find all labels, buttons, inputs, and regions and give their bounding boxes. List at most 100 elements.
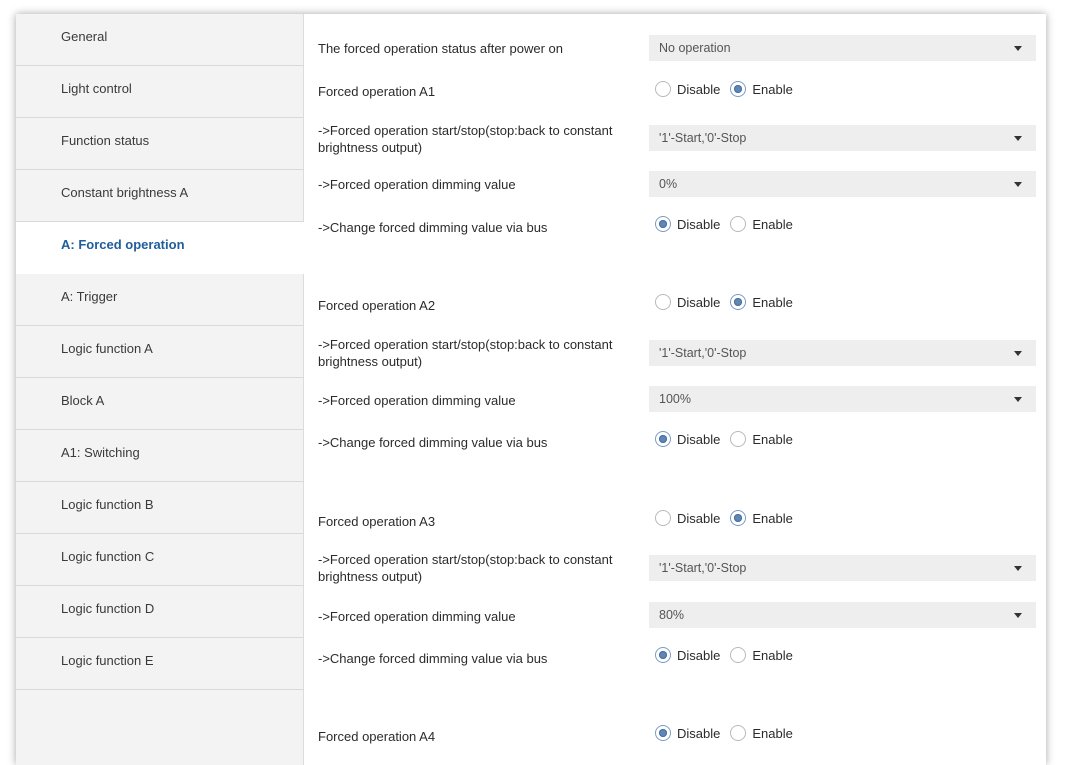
radio-disable[interactable]: Disable [655,81,720,97]
radio-label: Enable [752,81,793,97]
radio-label: Enable [752,647,793,663]
radio-label: Disable [677,510,721,526]
select-value: 100% [659,392,691,406]
dimming-a2-select[interactable]: 100% [649,386,1036,412]
radio-circle-icon [730,725,747,741]
dimming-a3-select[interactable]: 80% [649,602,1036,628]
radio-enable[interactable]: Enable [730,725,793,741]
radio-label: Enable [752,510,793,526]
power-on-status-select[interactable]: No operation [649,35,1036,61]
sidebar-item-general[interactable]: General [16,14,303,66]
radio-enable[interactable]: Enable [730,431,793,447]
radio-label: Disable [677,647,721,663]
radio-enable[interactable]: Enable [730,294,793,310]
radio-circle-icon [655,510,671,526]
sidebar-item-function-status[interactable]: Function status [16,118,303,170]
select-value: 0% [659,177,678,191]
radio-enable[interactable]: Enable [730,81,793,97]
radio-disable[interactable]: Disable [655,510,720,526]
radio-selected-icon [730,510,747,526]
forced-operation-a3-radios: Disable Enable [655,508,803,528]
sidebar-item-logic-function-a[interactable]: Logic function A [16,326,303,378]
radio-label: Enable [752,725,793,741]
select-value: '1'-Start,'0'-Stop [659,346,747,360]
chevron-down-icon [1014,136,1022,141]
start-stop-a1-select[interactable]: '1'-Start,'0'-Stop [649,125,1036,151]
select-value: '1'-Start,'0'-Stop [659,561,747,575]
bus-a3-radios: Disable Enable [655,645,803,665]
radio-selected-icon [655,647,671,663]
dimming-a1-select[interactable]: 0% [649,171,1036,197]
start-stop-a3-label: ->Forced operation start/stop(stop:back … [318,552,613,584]
power-on-status-label: The forced operation status after power … [318,41,563,56]
start-stop-a2-select[interactable]: '1'-Start,'0'-Stop [649,340,1036,366]
radio-label: Enable [752,216,793,232]
chevron-down-icon [1014,397,1022,402]
dimming-a1-label: ->Forced operation dimming value [318,177,516,192]
sidebar: General Light control Function status Co… [16,14,304,765]
bus-a1-radios: Disable Enable [655,214,803,234]
radio-selected-icon [730,81,747,97]
forced-operation-a1-radios: Disable Enable [655,79,803,99]
radio-circle-icon [655,294,671,310]
radio-disable[interactable]: Disable [655,647,720,663]
radio-label: Disable [677,216,721,232]
dimming-a2-label: ->Forced operation dimming value [318,393,516,408]
radio-selected-icon [655,431,671,447]
bus-a2-label: ->Change forced dimming value via bus [318,435,548,450]
sidebar-item-logic-function-d[interactable]: Logic function D [16,586,303,638]
sidebar-item-constant-brightness-a[interactable]: Constant brightness A [16,170,303,222]
start-stop-a1-label: ->Forced operation start/stop(stop:back … [318,123,613,155]
radio-disable[interactable]: Disable [655,294,720,310]
bus-a2-radios: Disable Enable [655,429,803,449]
radio-label: Enable [752,294,793,310]
radio-selected-icon [655,216,671,232]
sidebar-item-a1-switching[interactable]: A1: Switching [16,430,303,482]
select-value: 80% [659,608,685,622]
select-value: '1'-Start,'0'-Stop [659,131,747,145]
radio-selected-icon [655,725,671,741]
forced-operation-a4-radios: Disable Enable [655,723,803,743]
radio-circle-icon [730,431,747,447]
bus-a1-label: ->Change forced dimming value via bus [318,220,548,235]
radio-selected-icon [730,294,747,310]
sidebar-item-logic-function-e[interactable]: Logic function E [16,638,303,690]
forced-operation-a4-label: Forced operation A4 [318,729,436,744]
bus-a3-label: ->Change forced dimming value via bus [318,651,548,666]
start-stop-a3-select[interactable]: '1'-Start,'0'-Stop [649,555,1036,581]
select-value: No operation [659,41,731,55]
start-stop-a2-label: ->Forced operation start/stop(stop:back … [318,337,613,369]
radio-circle-icon [730,647,747,663]
radio-label: Disable [677,725,721,741]
radio-enable[interactable]: Enable [730,647,793,663]
radio-circle-icon [655,81,671,97]
chevron-down-icon [1014,613,1022,618]
chevron-down-icon [1014,566,1022,571]
sidebar-item-a-forced-operation[interactable]: A: Forced operation [16,222,304,274]
forced-operation-a2-label: Forced operation A2 [318,298,436,313]
chevron-down-icon [1014,46,1022,51]
sidebar-item-logic-function-c[interactable]: Logic function C [16,534,303,586]
radio-label: Enable [752,431,793,447]
dimming-a3-label: ->Forced operation dimming value [318,609,516,624]
parameter-panel: The forced operation status after power … [304,14,1046,765]
forced-operation-a2-radios: Disable Enable [655,292,803,312]
radio-disable[interactable]: Disable [655,431,720,447]
forced-operation-a3-label: Forced operation A3 [318,514,436,529]
sidebar-item-block-a[interactable]: Block A [16,378,303,430]
sidebar-item-light-control[interactable]: Light control [16,66,303,118]
window-frame: General Light control Function status Co… [16,14,1046,765]
radio-disable[interactable]: Disable [655,216,720,232]
forced-operation-a1-label: Forced operation A1 [318,84,436,99]
radio-disable[interactable]: Disable [655,725,720,741]
chevron-down-icon [1014,351,1022,356]
radio-enable[interactable]: Enable [730,216,793,232]
radio-enable[interactable]: Enable [730,510,793,526]
sidebar-item-a-trigger[interactable]: A: Trigger [16,274,303,326]
radio-circle-icon [730,216,747,232]
radio-label: Disable [677,294,721,310]
chevron-down-icon [1014,182,1022,187]
sidebar-item-logic-function-b[interactable]: Logic function B [16,482,303,534]
radio-label: Disable [677,81,721,97]
radio-label: Disable [677,431,721,447]
